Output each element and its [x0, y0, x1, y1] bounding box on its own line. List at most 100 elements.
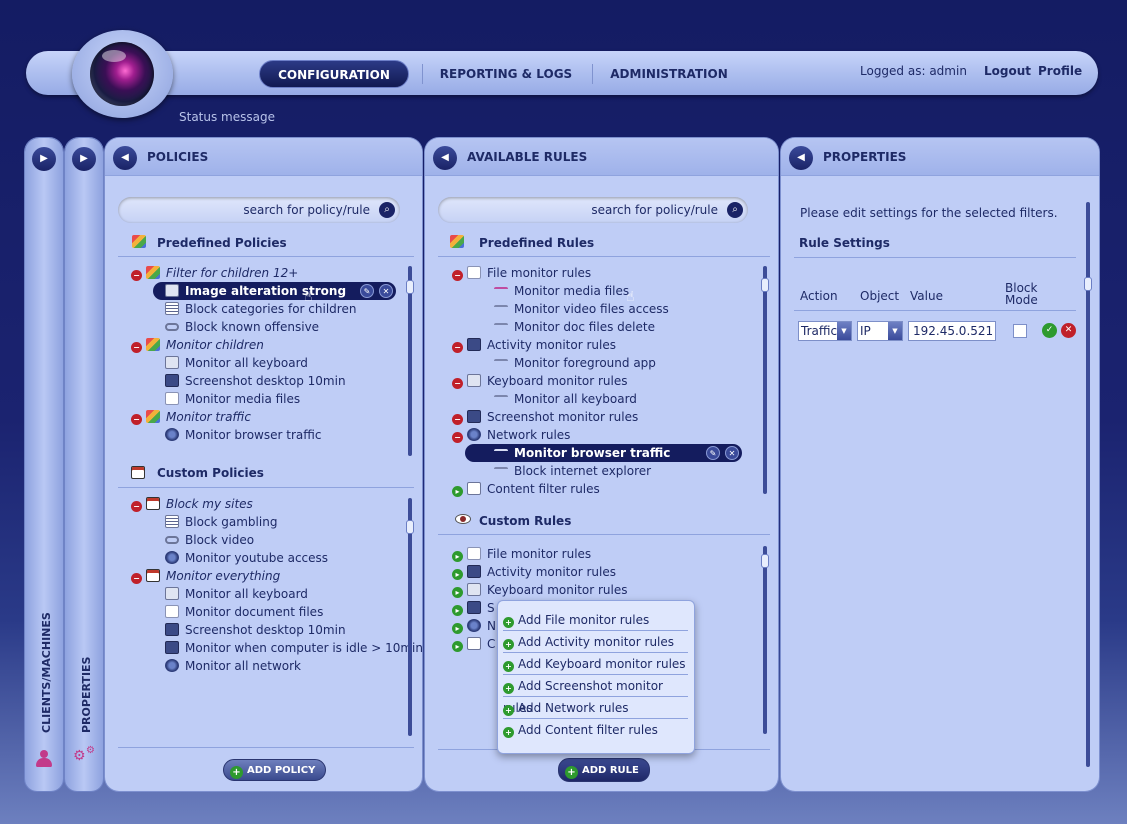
edit-icon[interactable]: ✎: [706, 446, 720, 460]
confirm-icon[interactable]: ✓: [1042, 323, 1057, 338]
custom-rule-group[interactable]: ▸ File monitor rules: [452, 545, 591, 563]
close-icon[interactable]: ✕: [379, 284, 393, 298]
scrollbar-thumb[interactable]: [406, 520, 414, 534]
policy-group[interactable]: − Monitor traffic: [131, 408, 251, 426]
policy-item[interactable]: Monitor when computer is idle > 10min: [165, 639, 422, 657]
collapse-arrow-icon[interactable]: ◀: [113, 146, 137, 170]
scrollbar[interactable]: [406, 266, 414, 456]
rule-item[interactable]: Monitor all keyboard: [494, 390, 637, 408]
search-icon[interactable]: ⌕: [727, 202, 743, 218]
rule-group[interactable]: − Activity monitor rules: [452, 336, 616, 354]
rule-group[interactable]: − File monitor rules: [452, 264, 591, 282]
custom-rule-group[interactable]: ▸ Keyboard monitor rules: [452, 581, 628, 599]
policy-item-selected[interactable]: Image alteration strong ✎ ✕: [153, 282, 396, 300]
policy-search[interactable]: ⌕: [118, 197, 400, 223]
scrollbar-thumb[interactable]: [761, 278, 769, 292]
policy-group[interactable]: − Filter for children 12+: [131, 264, 298, 282]
clients-machines-strip[interactable]: ▶ CLIENTS/MACHINES: [25, 138, 63, 791]
policy-item[interactable]: Screenshot desktop 10min: [165, 621, 346, 639]
collapse-icon[interactable]: −: [452, 378, 463, 389]
collapse-icon[interactable]: −: [452, 342, 463, 353]
menu-item-add-activity-monitor[interactable]: + Add Activity monitor rules: [503, 631, 688, 653]
collapse-arrow-icon[interactable]: ◀: [433, 146, 457, 170]
policy-item[interactable]: Block categories for children: [165, 300, 356, 318]
expand-arrow-icon[interactable]: ▶: [32, 147, 56, 171]
expand-icon[interactable]: ▸: [452, 587, 463, 598]
menu-item-add-screenshot-monitor[interactable]: + Add Screenshot monitor rules: [503, 675, 688, 715]
custom-rule-group[interactable]: ▸ C: [452, 635, 495, 653]
rule-item-selected[interactable]: Monitor browser traffic ✎ ✕: [465, 444, 742, 462]
policy-item[interactable]: Monitor document files: [165, 603, 323, 621]
expand-icon[interactable]: ▸: [452, 569, 463, 580]
scrollbar[interactable]: [1084, 202, 1092, 767]
custom-rule-group[interactable]: ▸ Activity monitor rules: [452, 563, 616, 581]
menu-item-add-content-filter[interactable]: + Add Content filter rules: [503, 719, 688, 741]
policy-item[interactable]: Monitor all keyboard: [165, 354, 308, 372]
policy-item[interactable]: Block gambling: [165, 513, 277, 531]
expand-icon[interactable]: ▸: [452, 641, 463, 652]
policy-group[interactable]: − Monitor everything: [131, 567, 280, 585]
close-icon[interactable]: ✕: [725, 446, 739, 460]
expand-icon[interactable]: ▸: [452, 486, 463, 497]
action-select[interactable]: Traffic ▼: [798, 321, 852, 341]
scrollbar[interactable]: [761, 546, 769, 734]
rule-item[interactable]: Monitor doc files delete: [494, 318, 655, 336]
policy-search-input[interactable]: [128, 197, 370, 223]
cancel-icon[interactable]: ✕: [1061, 323, 1076, 338]
policy-item[interactable]: Block known offensive: [165, 318, 319, 336]
collapse-icon[interactable]: −: [131, 501, 142, 512]
menu-item-add-file-monitor[interactable]: + Add File monitor rules: [503, 609, 688, 631]
collapse-icon[interactable]: −: [131, 270, 142, 281]
menu-item-add-keyboard-monitor[interactable]: + Add Keyboard monitor rules: [503, 653, 688, 675]
collapse-arrow-icon[interactable]: ◀: [789, 146, 813, 170]
custom-rule-group[interactable]: ▸ S: [452, 599, 495, 617]
add-rule-button[interactable]: + ADD RULE: [558, 758, 650, 782]
rule-search-input[interactable]: [448, 197, 718, 223]
tab-reporting-logs[interactable]: REPORTING & LOGS: [437, 60, 575, 88]
edit-icon[interactable]: ✎: [360, 284, 374, 298]
object-select[interactable]: IP ▼: [857, 321, 903, 341]
rule-group[interactable]: − Network rules: [452, 426, 570, 444]
rule-group[interactable]: − Keyboard monitor rules: [452, 372, 628, 390]
policy-item[interactable]: Monitor all keyboard: [165, 585, 308, 603]
chevron-down-icon[interactable]: ▼: [888, 322, 902, 340]
collapse-icon[interactable]: −: [452, 270, 463, 281]
policy-group[interactable]: − Block my sites: [131, 495, 253, 513]
search-icon[interactable]: ⌕: [379, 202, 395, 218]
collapse-icon[interactable]: −: [452, 432, 463, 443]
collapse-icon[interactable]: −: [131, 414, 142, 425]
rule-item[interactable]: Monitor foreground app: [494, 354, 656, 372]
add-policy-button[interactable]: + ADD POLICY: [223, 759, 327, 781]
policy-item[interactable]: Monitor browser traffic: [165, 426, 321, 444]
tab-configuration[interactable]: CONFIGURATION: [259, 60, 409, 88]
rule-group[interactable]: ▸ Content filter rules: [452, 480, 600, 498]
policy-item[interactable]: Block video: [165, 531, 254, 549]
policy-item[interactable]: Screenshot desktop 10min: [165, 372, 346, 390]
expand-arrow-icon[interactable]: ▶: [72, 147, 96, 171]
menu-item-add-network[interactable]: + Add Network rules: [503, 697, 688, 719]
collapse-icon[interactable]: −: [452, 414, 463, 425]
value-field[interactable]: 192.45.0.521: [908, 321, 996, 341]
expand-icon[interactable]: ▸: [452, 605, 463, 616]
expand-icon[interactable]: ▸: [452, 623, 463, 634]
collapse-icon[interactable]: −: [131, 342, 142, 353]
policy-item[interactable]: Monitor media files: [165, 390, 300, 408]
tab-administration[interactable]: ADMINISTRATION: [606, 60, 732, 88]
scrollbar-thumb[interactable]: [406, 280, 414, 294]
custom-rule-group[interactable]: ▸ N: [452, 617, 496, 635]
scrollbar-thumb[interactable]: [1084, 277, 1092, 291]
logout-link[interactable]: Logout: [984, 64, 1031, 78]
profile-link[interactable]: Profile: [1038, 64, 1082, 78]
expand-icon[interactable]: ▸: [452, 551, 463, 562]
block-mode-checkbox[interactable]: [1013, 324, 1027, 338]
policy-item[interactable]: Monitor youtube access: [165, 549, 328, 567]
collapse-icon[interactable]: −: [131, 573, 142, 584]
policy-group[interactable]: − Monitor children: [131, 336, 264, 354]
rule-search[interactable]: ⌕: [438, 197, 748, 223]
chevron-down-icon[interactable]: ▼: [837, 322, 851, 340]
rule-item[interactable]: Monitor video files access: [494, 300, 669, 318]
scrollbar[interactable]: [761, 266, 769, 494]
rule-item[interactable]: Monitor media files: [494, 282, 629, 300]
scrollbar[interactable]: [406, 498, 414, 736]
rule-group[interactable]: − Screenshot monitor rules: [452, 408, 638, 426]
